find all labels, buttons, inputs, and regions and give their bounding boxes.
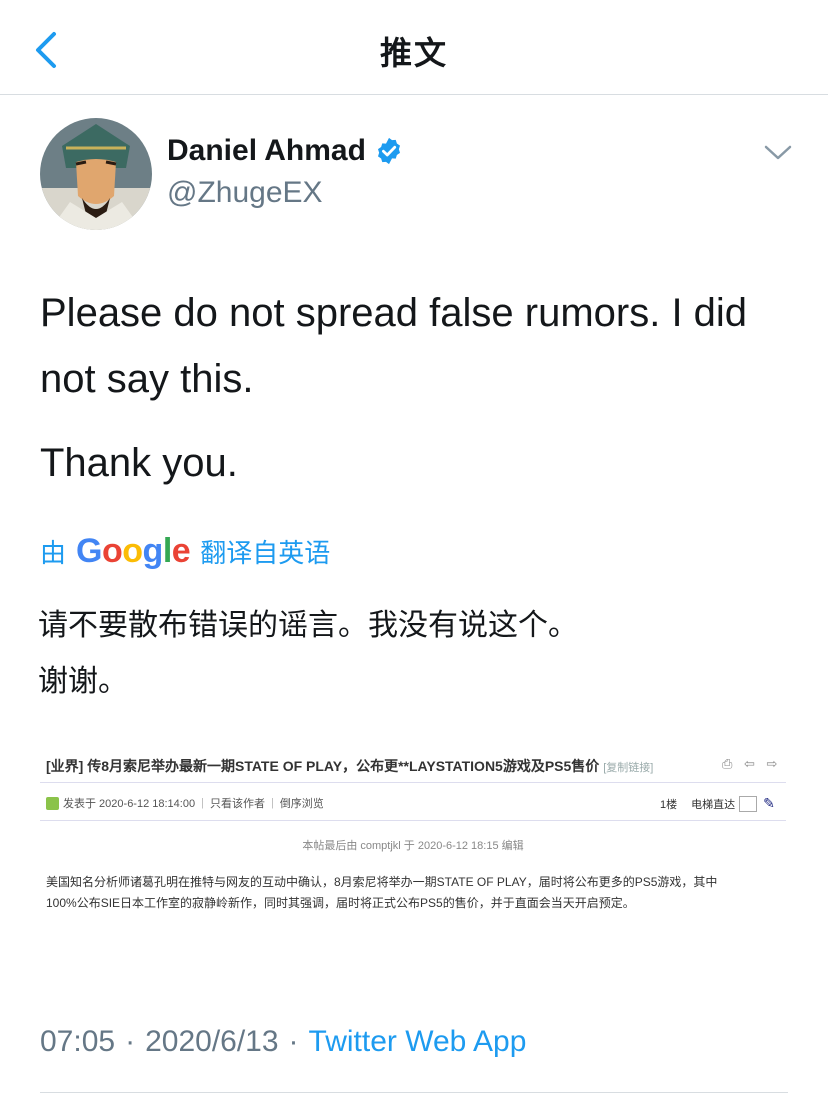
floor-number: 1楼 (660, 798, 678, 811)
translation-suffix: 翻译自英语 (200, 538, 331, 568)
copy-link-label: [复制链接] (603, 762, 654, 774)
divider (40, 782, 786, 783)
elevator-input-box (739, 795, 758, 812)
translation-prefix: 由 (40, 538, 67, 568)
forum-floor-info: 1楼 电梯直达 ✎ (660, 795, 775, 812)
reverse-order-link: 倒序浏览 (279, 798, 324, 810)
google-logo: Google (76, 532, 191, 570)
elevator-label: 电梯直达 (691, 798, 736, 811)
forum-post-title: [业界] 传8月索尼举办最新一期STATE OF PLAY，公布更**LAYST… (46, 756, 653, 776)
forum-post-title-text: [业界] 传8月索尼举办最新一期STATE OF PLAY，公布更**LAYST… (46, 758, 600, 774)
only-author-link: 只看该作者 (209, 798, 265, 810)
client-app-link[interactable]: Twitter Web App (309, 1025, 527, 1058)
translation-attribution[interactable]: 由 Google 翻译自英语 (40, 532, 330, 571)
tweet-body: Please do not spread false rumors. I did… (40, 280, 800, 496)
forum-tool-icons: ⎙ ⇦ ⇨ (722, 756, 782, 771)
forum-post-meta: 发表于 2020-6-12 18:14:00 | 只看该作者 | 倒序浏览 (46, 795, 324, 811)
tweet-date: 2020/6/13 (145, 1025, 279, 1058)
attached-image[interactable]: [业界] 传8月索尼举办最新一期STATE OF PLAY，公布更**LAYST… (40, 742, 786, 942)
user-status-icon (46, 796, 59, 810)
verified-badge-icon (377, 137, 400, 165)
tweet-paragraph: Thank you. (40, 441, 238, 485)
avatar[interactable] (40, 118, 152, 230)
author-handle[interactable]: @ZhugeEX (167, 176, 323, 210)
forum-post-line: 美国知名分析师诸葛孔明在推特与网友的互动中确认，8月索尼将举办一期STATE O… (46, 875, 718, 889)
avatar-image (40, 118, 152, 230)
tweet-time: 07:05 (40, 1025, 116, 1058)
tweet-paragraph: Please do not spread false rumors. I did… (40, 291, 748, 401)
translated-paragraph: 请不要散布错误的谣言。我没有说这个。 (38, 609, 578, 642)
post-date: 发表于 2020-6-12 18:14:00 (63, 798, 196, 810)
top-navbar: 推文 (0, 0, 828, 95)
divider (40, 1092, 788, 1093)
forum-post-line: 100%公布SIE日本工作室的寂静岭新作，同时其强调，届时将正式公布PS5的售价… (46, 896, 635, 910)
separator-dot: · (288, 1025, 299, 1058)
translated-paragraph: 谢谢。 (38, 665, 128, 698)
chevron-down-icon[interactable] (762, 142, 794, 164)
author-name-row[interactable]: Daniel Ahmad (167, 134, 404, 168)
edit-pen-icon: ✎ (763, 795, 775, 811)
page-title: 推文 (379, 35, 448, 71)
edit-note: 本帖最后由 comptjkl 于 2020-6-12 18:15 编辑 (302, 840, 524, 852)
divider (40, 820, 786, 821)
translated-text: 请不要散布错误的谣言。我没有说这个。 谢谢。 (38, 598, 808, 710)
author-display-name[interactable]: Daniel Ahmad (167, 134, 366, 168)
forum-post-body: 美国知名分析师诸葛孔明在推特与网友的互动中确认，8月索尼将举办一期STATE O… (46, 872, 780, 914)
tweet-timestamp-row: 07:05 · 2020/6/13 · Twitter Web App (40, 1025, 526, 1059)
separator-dot: · (125, 1025, 136, 1058)
